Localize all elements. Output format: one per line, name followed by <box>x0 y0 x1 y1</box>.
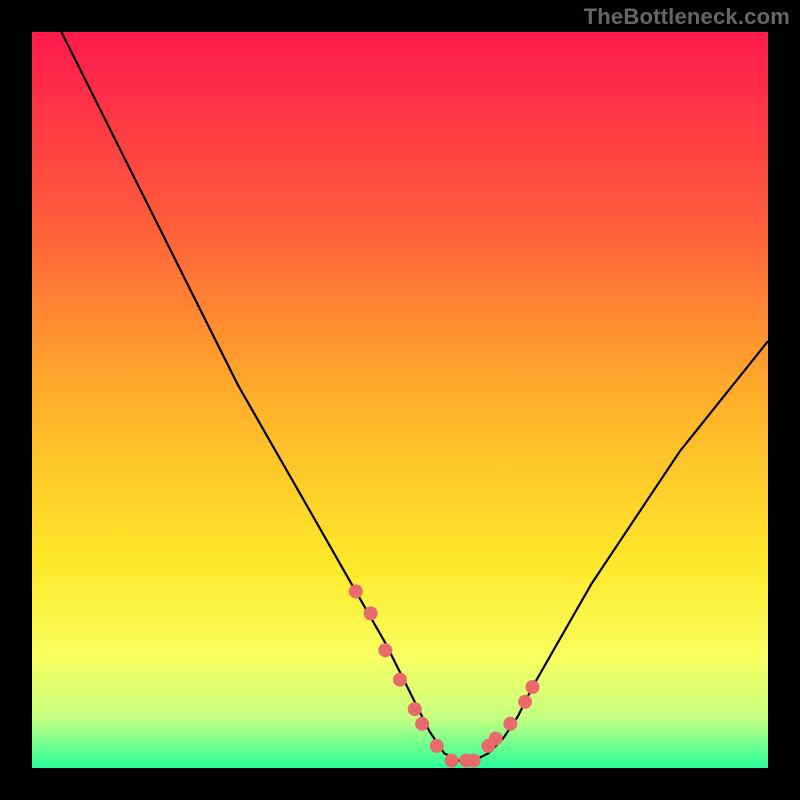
marker-dot <box>489 732 503 746</box>
attribution-label: TheBottleneck.com <box>584 4 790 30</box>
marker-dot <box>349 584 363 598</box>
marker-dot <box>445 754 459 768</box>
bottleneck-chart <box>0 0 800 800</box>
chart-frame: TheBottleneck.com <box>0 0 800 800</box>
marker-dot <box>467 754 481 768</box>
plot-background <box>32 32 768 768</box>
marker-dot <box>526 680 540 694</box>
marker-dot <box>393 673 407 687</box>
marker-dot <box>430 739 444 753</box>
marker-dot <box>415 717 429 731</box>
marker-dot <box>518 695 532 709</box>
marker-dot <box>364 606 378 620</box>
marker-dot <box>378 643 392 657</box>
marker-dot <box>408 702 422 716</box>
marker-dot <box>503 717 517 731</box>
